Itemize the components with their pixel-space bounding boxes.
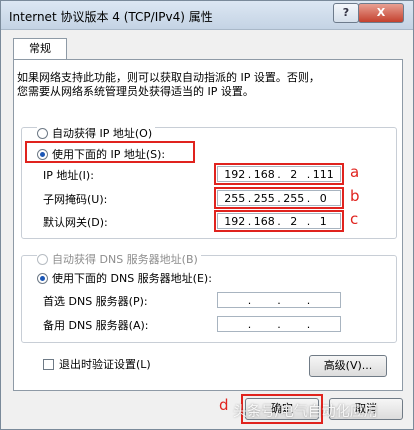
close-button[interactable]: X	[358, 3, 404, 23]
description-line-2: 您需要从网络系统管理员处获得适当的 IP 设置。	[17, 85, 254, 98]
watermark: 头条号/电气自动化应用	[233, 404, 378, 420]
manual-dns-radio[interactable]	[37, 272, 48, 284]
gateway-highlight	[214, 210, 344, 232]
help-button[interactable]: ?	[333, 3, 359, 23]
ip-address-highlight	[214, 163, 344, 185]
marker-a: a	[350, 163, 360, 181]
marker-d: d	[219, 396, 229, 414]
preferred-dns-input[interactable]: . . .	[217, 292, 341, 308]
advanced-button[interactable]: 高级(V)...	[309, 355, 387, 377]
title-bar[interactable]: Internet 协议版本 4 (TCP/IPv4) 属性 ? X	[1, 1, 413, 30]
alternate-dns-label: 备用 DNS 服务器(A):	[43, 319, 149, 332]
validate-checkbox[interactable]	[43, 358, 54, 370]
subnet-mask-label: 子网掩码(U):	[43, 193, 108, 206]
auto-ip-label: 自动获得 IP 地址(O)	[52, 127, 153, 140]
marker-c: c	[350, 210, 359, 228]
auto-ip-option[interactable]: 自动获得 IP 地址(O)	[37, 125, 156, 141]
auto-ip-radio[interactable]	[37, 127, 48, 139]
auto-dns-option: 自动获得 DNS 服务器地址(B)	[37, 251, 201, 267]
preferred-dns-label: 首选 DNS 服务器(P):	[43, 295, 148, 308]
manual-dns-option[interactable]: 使用下面的 DNS 服务器地址(E):	[37, 270, 212, 286]
validate-label: 退出时验证设置(L)	[59, 358, 151, 371]
ip-address-label: IP 地址(I):	[43, 169, 94, 182]
auto-dns-radio	[37, 253, 48, 265]
tab-general[interactable]: 常规	[13, 38, 67, 61]
manual-dns-label: 使用下面的 DNS 服务器地址(E):	[52, 272, 212, 285]
subnet-mask-highlight	[214, 187, 344, 209]
auto-dns-label: 自动获得 DNS 服务器地址(B)	[52, 253, 198, 266]
manual-ip-highlight	[25, 141, 195, 163]
dialog-window: Internet 协议版本 4 (TCP/IPv4) 属性 ? X 常规 如果网…	[0, 0, 414, 430]
marker-b: b	[350, 187, 360, 205]
alternate-dns-input[interactable]: . . .	[217, 316, 341, 332]
gateway-label: 默认网关(D):	[43, 216, 108, 229]
validate-option[interactable]: 退出时验证设置(L)	[43, 356, 151, 372]
window-title: Internet 协议版本 4 (TCP/IPv4) 属性	[9, 10, 213, 24]
